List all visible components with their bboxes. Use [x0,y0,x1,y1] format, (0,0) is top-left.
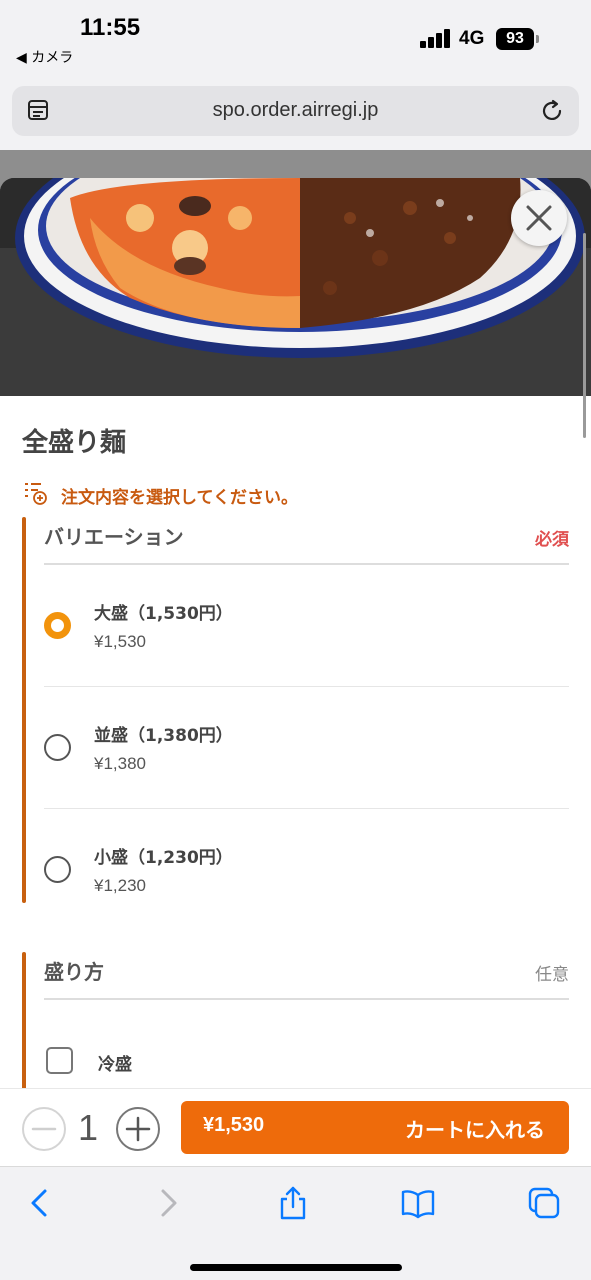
increase-quantity-button[interactable] [116,1107,160,1151]
variation-option[interactable]: 並盛（1,380円） ¥1,380 [44,687,569,809]
battery-icon: 93 [496,28,534,50]
minus-icon [31,1127,57,1131]
option-name: 大盛（1,530円） [94,604,233,624]
checkbox[interactable] [46,1047,73,1074]
close-button[interactable] [511,190,567,246]
status-bar: 11:55 ◀ カメラ 4G 93 [0,0,591,80]
cart-total-price: ¥1,530 [203,1114,265,1136]
required-badge: 必須 [535,530,569,550]
bookmarks-icon[interactable] [400,1185,436,1221]
url-text[interactable]: spo.order.airregi.jp [12,99,579,122]
option-name: 冷盛 [98,1055,132,1075]
dish-photo [0,178,591,396]
browser-toolbar [0,1166,591,1280]
decrease-quantity-button[interactable] [22,1107,66,1151]
variation-option[interactable]: 大盛（1,530円） ¥1,530 [44,565,569,687]
option-price: ¥1,530 [94,632,146,651]
section-header: 盛り方 任意 [44,952,569,1000]
plus-icon [125,1116,151,1142]
list-add-icon [25,483,47,505]
option-price: ¥1,380 [94,754,146,773]
reload-icon[interactable] [539,98,565,124]
cart-bar: 1 ¥1,530 カートに入れる [0,1088,591,1166]
share-icon[interactable] [275,1185,311,1221]
radio-button[interactable] [44,734,71,761]
close-icon [526,205,552,231]
cellular-signal-icon [420,28,452,48]
radio-button-selected[interactable] [44,612,71,639]
serving-section: 盛り方 任意 冷盛 [22,952,569,1088]
variation-option[interactable]: 小盛（1,230円） ¥1,230 [44,809,569,931]
item-modal: 全盛り麺 注文内容を選択してください。 バリエーション 必須 大盛（1,530円… [0,178,591,1088]
section-title: 盛り方 [44,960,104,984]
option-name: 並盛（1,380円） [94,726,233,746]
browser-address-area: spo.order.airregi.jp [0,80,591,150]
variation-section: バリエーション 必須 大盛（1,530円） ¥1,530 並盛（1,380円） … [22,517,569,903]
section-title: バリエーション [44,525,184,549]
section-accent-bar [22,517,26,903]
radio-button[interactable] [44,856,71,883]
forward-icon[interactable] [150,1185,186,1221]
quantity-value: 1 [78,1107,99,1148]
section-header: バリエーション 必須 [44,517,569,565]
serving-option[interactable]: 冷盛 [44,1000,569,1088]
scrollbar-thumb[interactable] [583,233,586,438]
tabs-overview-icon[interactable] [526,1185,562,1221]
add-to-cart-button[interactable]: ¥1,530 カートに入れる [181,1101,569,1154]
hint-text: 注文内容を選択してください。 [61,488,298,508]
address-bar[interactable]: spo.order.airregi.jp [12,86,579,136]
option-name: 小盛（1,230円） [94,848,233,868]
back-icon[interactable] [22,1185,58,1221]
home-indicator [190,1264,402,1271]
optional-badge: 任意 [535,965,569,985]
status-time: 11:55 [80,14,141,41]
network-type: 4G [459,28,485,49]
add-to-cart-label: カートに入れる [405,1118,545,1142]
back-to-app-link[interactable]: ◀ カメラ [16,47,73,67]
battery-nub [536,35,539,43]
item-title: 全盛り麺 [22,428,127,458]
section-accent-bar [22,952,26,1088]
option-price: ¥1,230 [94,876,146,895]
